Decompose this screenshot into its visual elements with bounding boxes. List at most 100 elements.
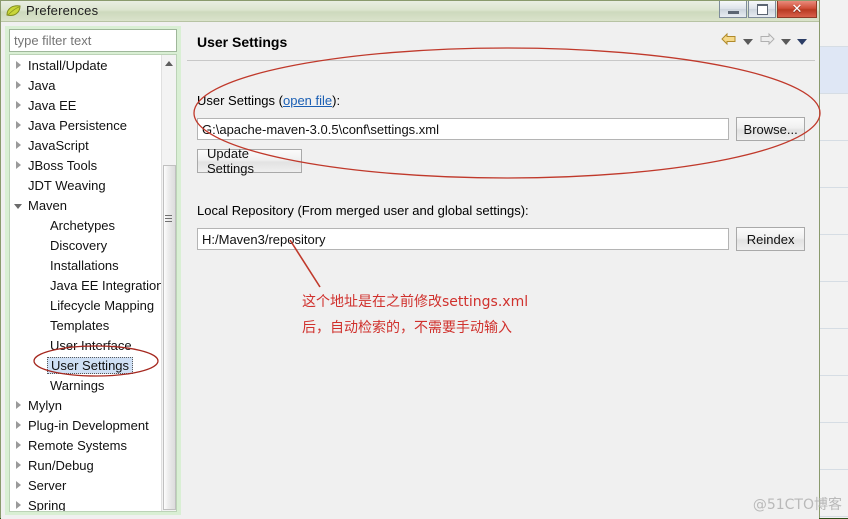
sidebar-item-label: JDT Weaving — [28, 177, 106, 193]
tree-collapsed-arrow-icon[interactable] — [10, 121, 26, 129]
sidebar-item-label: Remote Systems — [28, 437, 127, 453]
chevron-down-icon — [14, 203, 22, 209]
maximize-icon — [756, 3, 768, 15]
sidebar-item-label: Java EE — [28, 97, 77, 113]
tree-collapsed-arrow-icon[interactable] — [10, 441, 26, 449]
sidebar-item-discovery[interactable]: Discovery — [10, 235, 162, 255]
local-repository-label: Local Repository (From merged user and g… — [197, 203, 529, 218]
watermark: @51CTO博客 — [752, 497, 842, 513]
chevron-right-icon — [15, 441, 21, 449]
open-file-link[interactable]: open file — [283, 93, 332, 108]
sidebar-item-mylyn[interactable]: Mylyn — [10, 395, 162, 415]
sidebar-item-install-update[interactable]: Install/Update — [10, 55, 162, 75]
tree-expanded-arrow-icon[interactable] — [10, 202, 26, 209]
filter-input[interactable] — [10, 30, 194, 51]
scroll-up-button[interactable] — [162, 55, 176, 71]
sidebar-item-user-settings[interactable]: User Settings — [10, 355, 162, 375]
chevron-right-icon — [15, 61, 21, 69]
preferences-tree[interactable]: Install/Update Java Java EE Java Persistenc… — [9, 54, 177, 512]
update-settings-button[interactable]: Update Settings — [197, 146, 302, 176]
sidebar-item-installations[interactable]: Installations — [10, 255, 162, 275]
sidebar-item-javascript[interactable]: JavaScript — [10, 135, 162, 155]
user-settings-label: User Settings (open file): — [197, 93, 805, 108]
sidebar-item-jboss-tools[interactable]: JBoss Tools — [10, 155, 162, 175]
preferences-content-pane: User Settings User Settings (open file):… — [187, 26, 815, 515]
sidebar-item-label: User Settings — [47, 356, 134, 374]
tree-collapsed-arrow-icon[interactable] — [10, 161, 26, 169]
sidebar-item-jdt-weaving[interactable]: JDT Weaving — [10, 175, 162, 195]
close-button[interactable]: ✕ — [777, 1, 817, 18]
sidebar-item-label: Java EE Integration — [50, 277, 162, 293]
sidebar-item-java-ee-integration[interactable]: Java EE Integration — [10, 275, 162, 295]
user-settings-label-prefix: User Settings ( — [197, 93, 283, 108]
sidebar-item-java-persistence[interactable]: Java Persistence — [10, 115, 162, 135]
sidebar-item-label: JBoss Tools — [28, 157, 98, 173]
reindex-button[interactable]: Reindex — [736, 227, 805, 251]
sidebar-item-templates[interactable]: Templates — [10, 315, 162, 335]
sidebar-item-spring[interactable]: Spring — [10, 495, 162, 511]
chevron-right-icon — [15, 141, 21, 149]
forward-dropdown-icon[interactable] — [781, 38, 791, 45]
sidebar-item-archetypes[interactable]: Archetypes — [10, 215, 162, 235]
tree-collapsed-arrow-icon[interactable] — [10, 461, 26, 469]
tree-collapsed-arrow-icon[interactable] — [10, 481, 26, 489]
sidebar-item-label: Plug-in Development — [28, 417, 149, 433]
back-dropdown-icon[interactable] — [743, 38, 753, 45]
tree-collapsed-arrow-icon[interactable] — [10, 421, 26, 429]
sidebar-item-label: Run/Debug — [28, 457, 94, 473]
sidebar-item-server[interactable]: Server — [10, 475, 162, 495]
sidebar-item-label: Warnings — [50, 377, 105, 393]
chevron-right-icon — [15, 101, 21, 109]
chevron-up-icon — [165, 60, 173, 66]
chevron-right-icon — [15, 81, 21, 89]
page-content: User Settings (open file): G:\apache-mav… — [187, 61, 815, 251]
sidebar-item-remote-systems[interactable]: Remote Systems — [10, 435, 162, 455]
tree-collapsed-arrow-icon[interactable] — [10, 401, 26, 409]
sidebar-item-label: Maven — [28, 197, 68, 213]
page-header: User Settings — [187, 26, 815, 61]
sidebar-item-java[interactable]: Java — [10, 75, 162, 95]
sidebar-item-lifecycle-mapping[interactable]: Lifecycle Mapping — [10, 295, 162, 315]
chevron-right-icon — [15, 501, 21, 509]
tree-collapsed-arrow-icon[interactable] — [10, 81, 26, 89]
preferences-window: Preferences ✕ Install/Update Java Java EE J… — [0, 0, 820, 519]
window-body: Install/Update Java Java EE Java Persistenc… — [1, 22, 819, 519]
window-titlebar[interactable]: Preferences ✕ — [1, 1, 819, 22]
sidebar-item-user-interface[interactable]: User Interface — [10, 335, 162, 355]
sidebar-item-label: Archetypes — [50, 217, 116, 233]
tree-collapsed-arrow-icon[interactable] — [10, 141, 26, 149]
minimize-button[interactable] — [719, 1, 747, 18]
sidebar-item-label: Lifecycle Mapping — [50, 297, 155, 313]
scrollbar-grip-icon — [165, 215, 172, 222]
filter-box[interactable] — [9, 29, 194, 52]
sidebar-item-label: Templates — [50, 317, 110, 333]
browse-button[interactable]: Browse... — [736, 117, 805, 141]
page-title: User Settings — [197, 34, 288, 50]
sidebar-item-label: Installations — [50, 257, 119, 273]
sidebar-item-java-ee[interactable]: Java EE — [10, 95, 162, 115]
back-arrow-icon[interactable] — [721, 32, 737, 51]
sidebar-item-label: Java — [28, 77, 56, 93]
sidebar-item-warnings[interactable]: Warnings — [10, 375, 162, 395]
tree-collapsed-arrow-icon[interactable] — [10, 101, 26, 109]
tree-collapsed-arrow-icon[interactable] — [10, 61, 26, 69]
chevron-down-icon[interactable] — [797, 38, 807, 45]
leaf-icon — [6, 4, 21, 18]
tree-collapsed-arrow-icon[interactable] — [10, 501, 26, 509]
maximize-button[interactable] — [748, 1, 776, 18]
tree-scrollbar[interactable] — [161, 55, 176, 511]
sidebar-item-label: User Interface — [50, 337, 132, 353]
user-settings-path-row: G:\apache-maven-3.0.5\conf\settings.xml … — [197, 117, 805, 141]
sidebar-item-maven[interactable]: Maven — [10, 195, 162, 215]
annotation-note-line-2: 后，自动检索的，不需要手动输入 — [302, 320, 512, 336]
sidebar-item-run-debug[interactable]: Run/Debug — [10, 455, 162, 475]
chevron-right-icon — [15, 481, 21, 489]
sidebar-item-label: JavaScript — [28, 137, 89, 153]
close-icon: ✕ — [791, 1, 803, 16]
local-repository-path-input[interactable]: H:/Maven3/repository — [197, 228, 730, 250]
sidebar-item-label: Spring — [28, 497, 66, 512]
sidebar-item-plug-in-development[interactable]: Plug-in Development — [10, 415, 162, 435]
annotation-note-line-1: 这个地址是在之前修改settings.xml — [302, 294, 529, 310]
chevron-right-icon — [15, 421, 21, 429]
user-settings-path-input[interactable]: G:\apache-maven-3.0.5\conf\settings.xml — [197, 118, 730, 140]
